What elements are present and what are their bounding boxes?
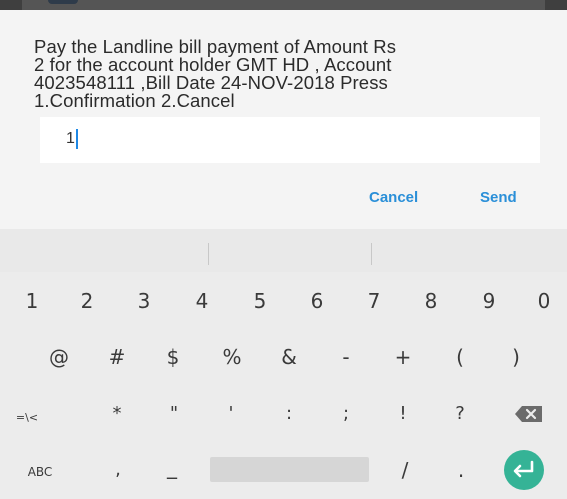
key-dollar[interactable]: $ bbox=[154, 345, 192, 369]
key-period[interactable]: . bbox=[446, 458, 476, 482]
backspace-icon bbox=[515, 406, 542, 422]
key-2[interactable]: 2 bbox=[68, 289, 106, 313]
status-indicator bbox=[48, 0, 78, 4]
send-button[interactable]: Send bbox=[480, 189, 517, 206]
key-comma[interactable]: , bbox=[103, 459, 133, 480]
key-colon[interactable]: : bbox=[270, 403, 308, 424]
ussd-dialog: Pay the Landline bill payment of Amount … bbox=[0, 10, 567, 229]
key-single-quote[interactable]: ' bbox=[212, 403, 250, 424]
key-asterisk[interactable]: * bbox=[98, 403, 136, 424]
dialog-message: Pay the Landline bill payment of Amount … bbox=[34, 36, 397, 111]
reply-input[interactable]: 1 bbox=[40, 117, 540, 163]
key-5[interactable]: 5 bbox=[241, 289, 279, 313]
text-cursor bbox=[76, 129, 78, 149]
key-percent[interactable]: % bbox=[213, 345, 251, 369]
key-7[interactable]: 7 bbox=[355, 289, 393, 313]
key-minus[interactable]: - bbox=[327, 345, 365, 369]
key-close-paren[interactable]: ) bbox=[497, 345, 535, 369]
reply-input-value[interactable]: 1 bbox=[66, 130, 75, 148]
key-9[interactable]: 9 bbox=[470, 289, 508, 313]
key-double-quote[interactable]: " bbox=[155, 403, 193, 424]
key-3[interactable]: 3 bbox=[125, 289, 163, 313]
space-bar[interactable] bbox=[210, 457, 369, 482]
key-plus[interactable]: + bbox=[384, 345, 422, 369]
keyboard: 1 2 3 4 5 6 7 8 9 0 @ # $ % & - + ( ) =\… bbox=[0, 229, 567, 499]
delete-key[interactable] bbox=[514, 404, 544, 424]
key-slash[interactable]: / bbox=[390, 458, 420, 482]
key-1[interactable]: 1 bbox=[13, 289, 51, 313]
suggestion-strip bbox=[0, 229, 567, 272]
key-4[interactable]: 4 bbox=[183, 289, 221, 313]
status-bar bbox=[0, 0, 567, 10]
key-ampersand[interactable]: & bbox=[270, 345, 308, 369]
key-6[interactable]: 6 bbox=[298, 289, 336, 313]
key-underscore[interactable]: _ bbox=[157, 455, 187, 479]
suggestion-divider bbox=[208, 243, 209, 265]
key-0[interactable]: 0 bbox=[525, 289, 563, 313]
key-at[interactable]: @ bbox=[40, 345, 78, 369]
abc-key[interactable]: ABC bbox=[20, 465, 60, 479]
key-semicolon[interactable]: ; bbox=[327, 403, 365, 424]
enter-icon bbox=[513, 460, 534, 478]
suggestion-divider bbox=[371, 243, 372, 265]
enter-key[interactable] bbox=[504, 450, 544, 490]
key-question[interactable]: ? bbox=[441, 403, 479, 424]
key-hash[interactable]: # bbox=[98, 345, 136, 369]
more-symbols-key[interactable]: =\< bbox=[4, 411, 50, 424]
key-open-paren[interactable]: ( bbox=[441, 345, 479, 369]
key-8[interactable]: 8 bbox=[412, 289, 450, 313]
key-exclamation[interactable]: ! bbox=[384, 403, 422, 424]
cancel-button[interactable]: Cancel bbox=[369, 189, 418, 206]
